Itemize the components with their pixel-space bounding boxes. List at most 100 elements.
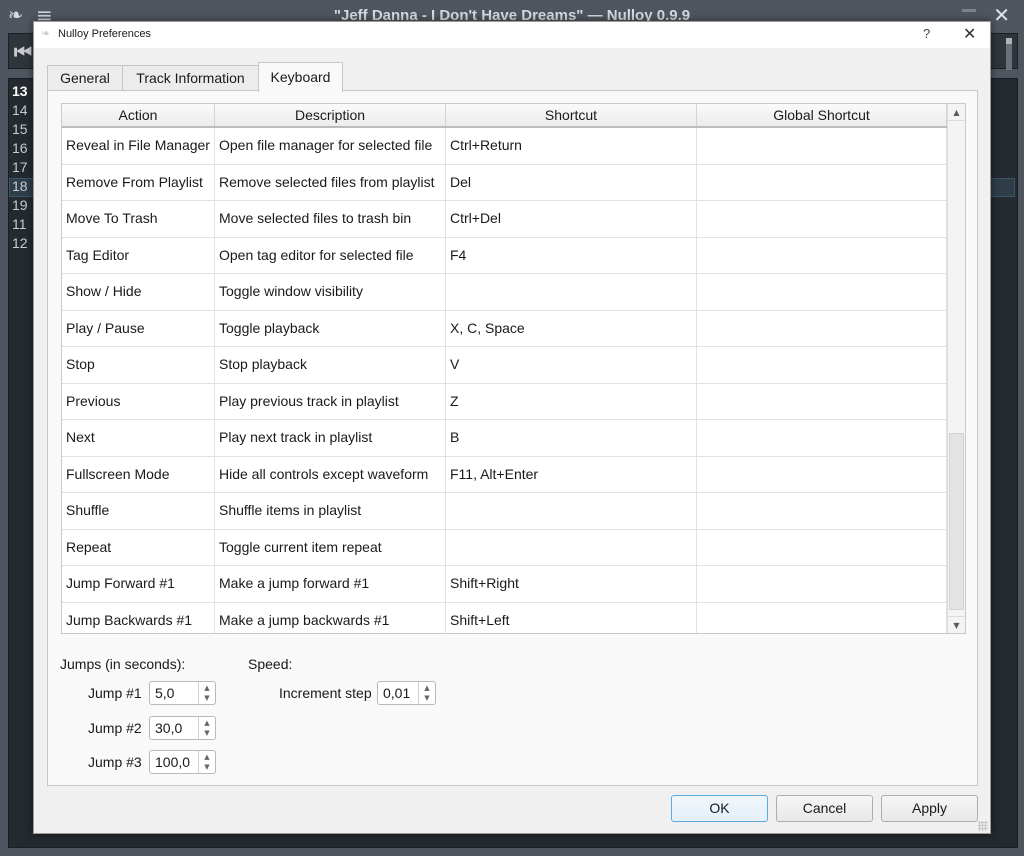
action-cell: Repeat (62, 529, 215, 565)
description-cell: Make a jump backwards #1 (215, 602, 446, 633)
jump-2-label: Jump #2 (88, 720, 142, 736)
action-cell: Stop (62, 347, 215, 383)
column-header-global-shortcut[interactable]: Global Shortcut (697, 104, 947, 126)
column-header-action[interactable]: Action (62, 104, 215, 126)
table-row[interactable]: Reveal in File Manager Open file manager … (62, 128, 947, 165)
tab-keyboard[interactable]: Keyboard (258, 62, 343, 92)
action-cell: Remove From Playlist (62, 164, 215, 200)
volume-slider[interactable] (1006, 38, 1012, 70)
shortcut-cell[interactable]: Shift+Left (446, 602, 697, 633)
global-shortcut-cell[interactable] (697, 493, 947, 529)
dialog-close-icon[interactable]: ✕ (963, 24, 976, 44)
scroll-up-arrow-icon[interactable]: ▲ (948, 104, 965, 121)
help-button[interactable]: ? (923, 26, 930, 41)
table-row[interactable]: Jump Forward #1 Make a jump forward #1 Shi… (62, 566, 947, 603)
action-cell: Jump Backwards #1 (62, 602, 215, 633)
description-cell: Toggle current item repeat (215, 529, 446, 565)
description-cell: Play previous track in playlist (215, 383, 446, 419)
jump-1-value[interactable]: 5,0 (155, 685, 174, 701)
keyboard-tab-panel: Action Description Shortcut Global Short… (47, 90, 978, 786)
global-shortcut-cell[interactable] (697, 274, 947, 310)
global-shortcut-cell[interactable] (697, 237, 947, 273)
jump-2-spinbox[interactable]: 30,0 ▲ ▼ (149, 716, 216, 740)
global-shortcut-cell[interactable] (697, 347, 947, 383)
jump-1-spinbox[interactable]: 5,0 ▲ ▼ (149, 681, 216, 705)
jump-3-label: Jump #3 (88, 754, 142, 770)
scroll-down-arrow-icon[interactable]: ▼ (948, 616, 965, 633)
apply-button[interactable]: Apply (881, 795, 978, 822)
action-cell: Next (62, 420, 215, 456)
shortcut-cell[interactable]: F11, Alt+Enter (446, 456, 697, 492)
spin-arrows-icon[interactable]: ▲ ▼ (198, 717, 215, 739)
table-row[interactable]: Show / Hide Toggle window visibility (62, 274, 947, 311)
shortcuts-table: Action Description Shortcut Global Short… (61, 103, 966, 634)
spin-arrows-icon[interactable]: ▲ ▼ (198, 682, 215, 704)
action-cell: Fullscreen Mode (62, 456, 215, 492)
shortcut-cell[interactable]: Del (446, 164, 697, 200)
table-body: Reveal in File Manager Open file manager … (62, 128, 947, 633)
action-cell: Reveal in File Manager (62, 128, 215, 164)
shortcut-cell[interactable]: F4 (446, 237, 697, 273)
jump-3-spinbox[interactable]: 100,0 ▲ ▼ (149, 750, 216, 774)
global-shortcut-cell[interactable] (697, 456, 947, 492)
table-scrollbar[interactable]: ▲ ▼ (947, 104, 965, 633)
shortcut-cell[interactable]: X, C, Space (446, 310, 697, 346)
jump-1-label: Jump #1 (88, 685, 142, 701)
scrollbar-thumb[interactable] (949, 433, 964, 611)
column-header-shortcut[interactable]: Shortcut (446, 104, 697, 126)
global-shortcut-cell[interactable] (697, 529, 947, 565)
global-shortcut-cell[interactable] (697, 310, 947, 346)
tab-general[interactable]: General (47, 65, 123, 91)
increment-step-spinbox[interactable]: 0,01 ▲ ▼ (377, 681, 436, 705)
global-shortcut-cell[interactable] (697, 201, 947, 237)
shortcut-cell[interactable]: Ctrl+Return (446, 128, 697, 164)
description-cell: Play next track in playlist (215, 420, 446, 456)
table-row[interactable]: Play / Pause Toggle playback X, C, Space (62, 310, 947, 347)
column-header-description[interactable]: Description (215, 104, 446, 126)
table-row[interactable]: Move To Trash Move selected files to tras… (62, 201, 947, 238)
action-cell: Tag Editor (62, 237, 215, 273)
global-shortcut-cell[interactable] (697, 383, 947, 419)
table-row[interactable]: Repeat Toggle current item repeat (62, 529, 947, 566)
action-cell: Move To Trash (62, 201, 215, 237)
shortcut-cell[interactable]: Ctrl+Del (446, 201, 697, 237)
shortcut-cell[interactable] (446, 529, 697, 565)
shortcut-cell[interactable]: B (446, 420, 697, 456)
table-row[interactable]: Remove From Playlist Remove selected file… (62, 164, 947, 201)
action-cell: Play / Pause (62, 310, 215, 346)
shortcut-cell[interactable] (446, 274, 697, 310)
global-shortcut-cell[interactable] (697, 602, 947, 633)
table-row[interactable]: Next Play next track in playlist B (62, 420, 947, 457)
global-shortcut-cell[interactable] (697, 164, 947, 200)
previous-track-icon[interactable]: ⏮ (14, 40, 32, 64)
table-row[interactable]: Previous Play previous track in playlist Z (62, 383, 947, 420)
description-cell: Toggle window visibility (215, 274, 446, 310)
minimize-icon[interactable] (962, 9, 976, 12)
increment-step-value[interactable]: 0,01 (383, 685, 410, 701)
description-cell: Stop playback (215, 347, 446, 383)
table-row[interactable]: Tag Editor Open tag editor for selected f… (62, 237, 947, 274)
spin-arrows-icon[interactable]: ▲ ▼ (198, 751, 215, 773)
resize-grip-icon[interactable] (978, 821, 988, 831)
shortcut-cell[interactable]: V (446, 347, 697, 383)
dialog-title: Nulloy Preferences (58, 28, 151, 40)
jumps-heading: Jumps (in seconds): (60, 656, 186, 672)
jump-3-value[interactable]: 100,0 (155, 754, 190, 770)
shortcut-cell[interactable]: Z (446, 383, 697, 419)
spin-arrows-icon[interactable]: ▲ ▼ (418, 682, 435, 704)
global-shortcut-cell[interactable] (697, 128, 947, 164)
tab-track-information[interactable]: Track Information (122, 65, 259, 91)
main-close-icon[interactable]: ✕ (993, 4, 1010, 26)
global-shortcut-cell[interactable] (697, 566, 947, 602)
jump-2-value[interactable]: 30,0 (155, 720, 182, 736)
global-shortcut-cell[interactable] (697, 420, 947, 456)
table-row[interactable]: Stop Stop playback V (62, 347, 947, 384)
cancel-button[interactable]: Cancel (776, 795, 873, 822)
table-row[interactable]: Jump Backwards #1 Make a jump backwards #… (62, 602, 947, 633)
table-row[interactable]: Shuffle Shuffle items in playlist (62, 493, 947, 530)
action-cell: Previous (62, 383, 215, 419)
table-row[interactable]: Fullscreen Mode Hide all controls except … (62, 456, 947, 493)
shortcut-cell[interactable]: Shift+Right (446, 566, 697, 602)
shortcut-cell[interactable] (446, 493, 697, 529)
ok-button[interactable]: OK (671, 795, 768, 822)
